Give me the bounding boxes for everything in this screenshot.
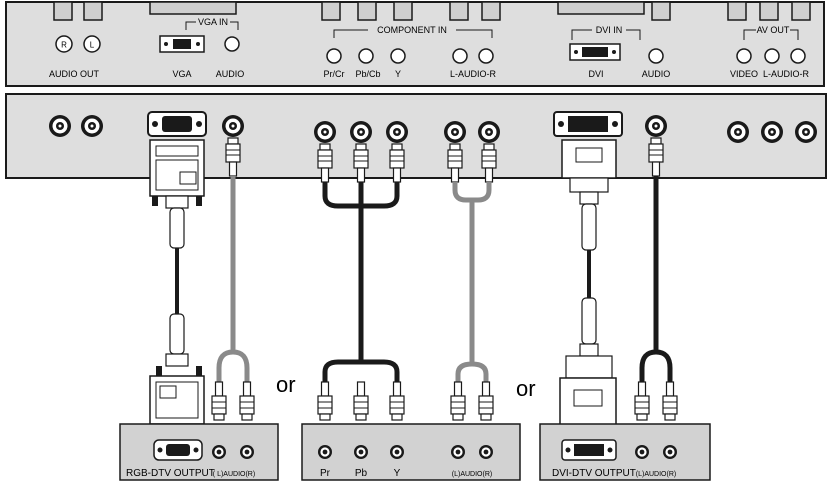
audio-out-jack-l: L [83,35,101,53]
pr-jack-small [326,48,342,64]
pr-cr-label: Pr/Cr [324,69,345,79]
device-dvi-port [561,439,617,461]
pb-jack-small [358,48,374,64]
back-av-video-jack [727,121,749,143]
vga-label: VGA [172,69,191,79]
av-audio-l-jack-small [764,48,780,64]
vga-cable [149,139,205,425]
av-video-jack-small [736,48,752,64]
device-audio-r-jack [479,445,493,459]
back-audio-out-l-jack [81,115,103,137]
dvi-audio-cable [634,137,678,421]
back-dvi-port [553,111,623,137]
dvi-device-audio-label: (L)AUDIO(R) [636,471,676,478]
back-y-jack [386,121,408,143]
dvi-audio-label: AUDIO [642,69,671,79]
vga-audio-label: AUDIO [216,69,245,79]
av-audio-label: L-AUDIO-R [763,69,810,79]
pb-cb-label: Pb/Cb [355,69,380,79]
vga-audio-cable [211,137,255,421]
tv-back-panel [5,93,827,179]
back-vga-audio-jack [222,115,244,137]
rgb-audio-label: ( L)AUDIO(R) [213,471,255,478]
component-in-label: COMPONENT IN [377,25,447,35]
dvi-in-label: DVI IN [596,25,623,35]
vga-in-label: VGA IN [198,17,228,27]
component-audio-cable [447,143,497,421]
device-pr-label: Pr [320,468,331,479]
back-av-audio-l-jack [761,121,783,143]
dvi-dtv-title: DVI-DTV OUTPUT [552,468,636,479]
back-audio-out-r-jack [49,115,71,137]
device-pb-jack [354,445,368,459]
dvi-cable [559,139,617,429]
device-y-jack [390,445,404,459]
audio-l-jack-small [452,48,468,64]
device-pr-jack [318,445,332,459]
audio-r-jack-small [478,48,494,64]
dvi-device-audio-l-jack [635,445,649,459]
cables [149,137,678,429]
back-dvi-audio-jack [645,115,667,137]
or-label-1: or [276,372,296,397]
back-pb-jack [350,121,372,143]
back-audio-r-jack [478,121,500,143]
device-audio-label: (L)AUDIO(R) [452,471,492,478]
av-out-label: AV OUT [757,25,790,35]
av-audio-r-jack-small [790,48,806,64]
device-y-label: Y [394,468,401,479]
diagram-svg: R L AUDIO OUT VGA IN VGA AUDIO COMPONENT… [5,1,827,481]
back-vga-port [147,111,207,137]
device-pb-label: Pb [355,468,368,479]
dvi-dtv-device: DVI-DTV OUTPUT (L)AUDIO(R) [539,423,711,481]
rgb-dtv-title: RGB-DTV OUTPUT [126,468,215,479]
dvi-audio-jack-small [648,48,664,64]
component-device: Pr Pb Y (L)AUDIO(R) [301,423,521,481]
component-video-cable [317,143,405,421]
back-pr-jack [314,121,336,143]
connection-diagram: R L AUDIO OUT VGA IN VGA AUDIO COMPONENT… [0,0,836,492]
dvi-port-small [569,43,621,61]
dvi-label: DVI [588,69,603,79]
top-panel: R L AUDIO OUT VGA IN VGA AUDIO COMPONENT… [5,1,825,87]
dvi-device-audio-r-jack [663,445,677,459]
rgb-dtv-device: RGB-DTV OUTPUT ( L)AUDIO(R) [119,423,279,481]
or-label-2: or [516,376,536,401]
device-audio-l-jack [451,445,465,459]
back-audio-l-jack [444,121,466,143]
vga-audio-jack [224,36,240,52]
audio-out-jack-r: R [55,35,73,53]
rgb-vga-port [153,439,203,461]
component-audio-label: L-AUDIO-R [450,69,497,79]
y-label: Y [395,69,401,79]
audio-out-label: AUDIO OUT [49,69,100,79]
av-video-label: VIDEO [730,69,758,79]
back-av-audio-r-jack [795,121,817,143]
y-jack-small [390,48,406,64]
svg-text:R: R [61,41,67,50]
rgb-audio-r-jack [240,445,254,459]
rgb-audio-l-jack [212,445,226,459]
vga-port-small [159,35,205,53]
svg-text:L: L [90,41,95,50]
